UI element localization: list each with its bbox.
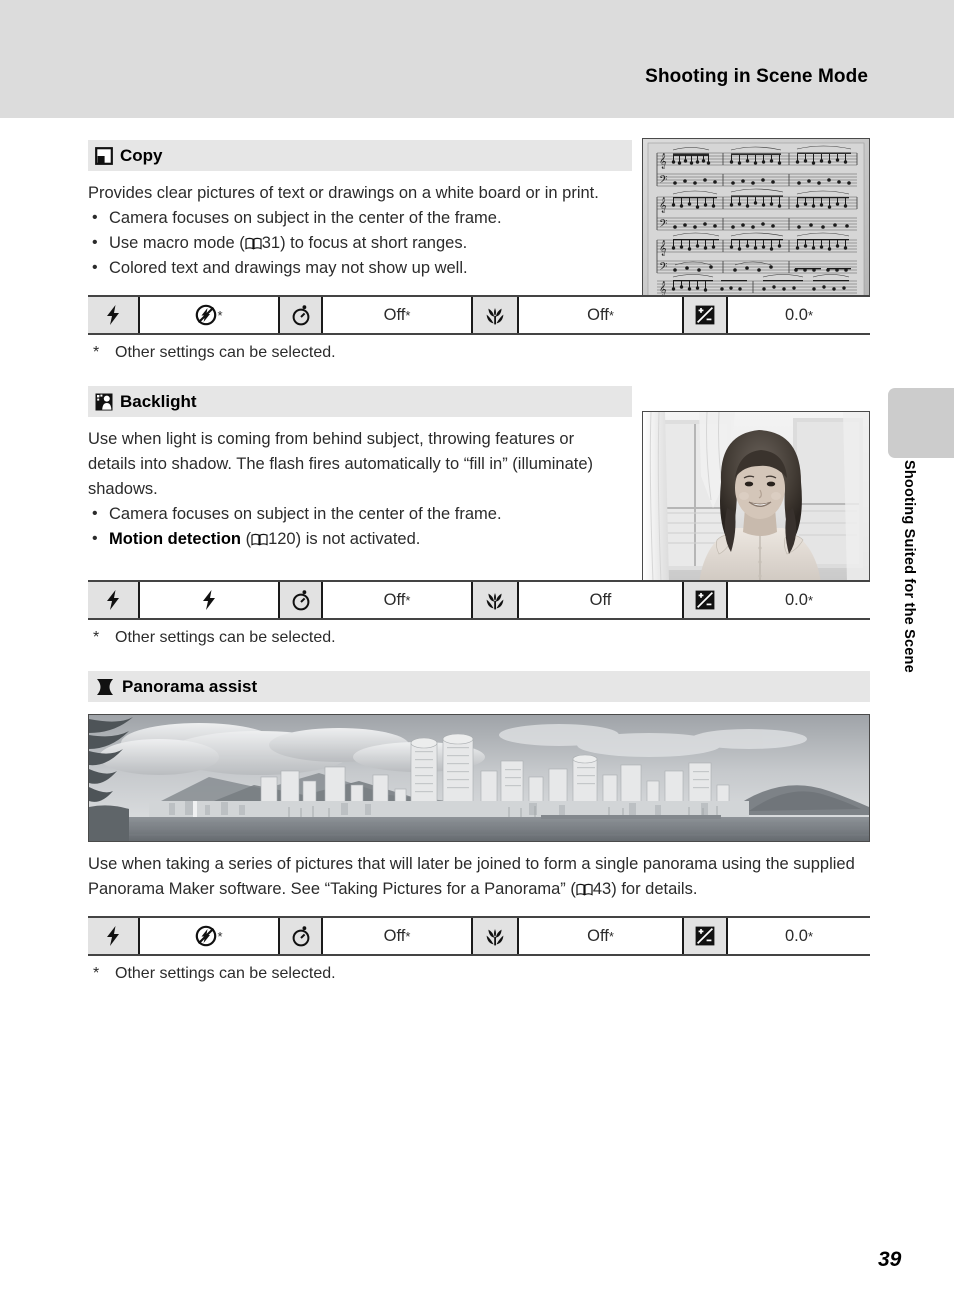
macro-mode-icon	[471, 918, 519, 954]
macro-mode-value: Off	[519, 582, 682, 618]
panorama-assist-icon	[95, 678, 115, 696]
manual-reference-icon	[251, 529, 268, 546]
exposure-compensation-value: 0.0 *	[728, 297, 870, 333]
list-item: Camera focuses on subject in the center …	[88, 205, 618, 231]
self-timer-icon	[278, 918, 323, 954]
copy-footnote: * Other settings can be selected.	[93, 344, 336, 361]
section-header-panorama: Panorama assist	[88, 671, 870, 702]
flash-mode-icon	[88, 918, 140, 954]
self-timer-value: Off *	[323, 918, 471, 954]
list-item: Use macro mode (31) to focus at short ra…	[88, 230, 618, 256]
copy-description: Provides clear pictures of text or drawi…	[88, 181, 618, 281]
macro-mode-value: Off *	[519, 297, 682, 333]
fill-flash-icon	[200, 589, 218, 611]
manual-reference-icon	[245, 233, 262, 250]
flash-mode-icon	[88, 297, 140, 333]
copy-scene-icon	[95, 146, 113, 165]
self-timer-value: Off *	[323, 297, 471, 333]
backlight-settings-table: Off * Off 0.0 *	[88, 580, 870, 620]
exposure-compensation-icon	[682, 918, 728, 954]
flash-mode-value-star: *	[217, 307, 223, 323]
exposure-compensation-value: 0.0 *	[728, 582, 870, 618]
list-item: Colored text and drawings may not show u…	[88, 255, 618, 281]
page-number: 39	[878, 1248, 902, 1271]
panorama-paragraph: Use when taking a series of pictures tha…	[88, 855, 855, 898]
backlight-scene-icon	[95, 393, 113, 411]
section-title-panorama: Panorama assist	[122, 676, 258, 696]
flash-off-icon	[195, 925, 217, 947]
panorama-description: Use when taking a series of pictures tha…	[88, 852, 868, 902]
backlight-description: Use when light is coming from behind sub…	[88, 427, 618, 552]
panorama-skyline-illustration	[89, 715, 869, 841]
exposure-compensation-icon	[682, 582, 728, 618]
chapter-tab-label: Shooting Suited for the Scene	[901, 460, 917, 673]
exposure-compensation-icon	[682, 297, 728, 333]
copy-paragraph: Provides clear pictures of text or drawi…	[88, 184, 599, 202]
panorama-skyline-photo	[88, 714, 870, 842]
flash-mode-value	[140, 582, 278, 618]
section-title-backlight: Backlight	[120, 391, 197, 411]
flash-mode-value: *	[140, 918, 278, 954]
macro-mode-value: Off *	[519, 918, 682, 954]
flash-mode-value: *	[140, 297, 278, 333]
section-header-backlight: Backlight	[88, 386, 632, 417]
exposure-compensation-value: 0.0 *	[728, 918, 870, 954]
section-header-copy: Copy	[88, 140, 632, 171]
self-timer-icon	[278, 582, 323, 618]
backlight-paragraph: Use when light is coming from behind sub…	[88, 430, 593, 498]
page-title: Shooting in Scene Mode	[645, 66, 868, 87]
chapter-thumb-tab	[888, 388, 954, 458]
macro-mode-icon	[471, 297, 519, 333]
macro-mode-icon	[471, 582, 519, 618]
list-item: Motion detection (120) is not activated.	[88, 526, 618, 552]
self-timer-icon	[278, 297, 323, 333]
page-header-band	[0, 0, 954, 118]
manual-reference-icon	[576, 879, 593, 896]
motion-detection-label: Motion detection	[109, 530, 241, 548]
section-title-copy: Copy	[120, 145, 163, 165]
list-item: Camera focuses on subject in the center …	[88, 501, 618, 527]
backlight-footnote: * Other settings can be selected.	[93, 629, 336, 646]
page-content: Copy Provides clear pictures of text or …	[88, 140, 870, 983]
flash-mode-icon	[88, 582, 140, 618]
panorama-settings-table: * Off * Off * 0.0 *	[88, 916, 870, 956]
panorama-footnote: * Other settings can be selected.	[93, 965, 336, 982]
copy-settings-table: * Off * Off * 0.0 *	[88, 295, 870, 335]
backlight-bullet-list: Camera focuses on subject in the center …	[88, 501, 618, 552]
copy-bullet-list: Camera focuses on subject in the center …	[88, 205, 618, 281]
self-timer-value: Off *	[323, 582, 471, 618]
flash-off-icon	[195, 304, 217, 326]
